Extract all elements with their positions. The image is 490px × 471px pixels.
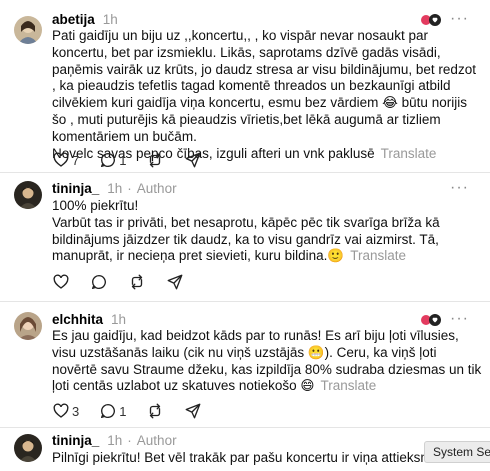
reply-count: 1 bbox=[119, 403, 127, 419]
heart-icon bbox=[53, 403, 69, 418]
send-icon bbox=[186, 152, 201, 168]
comment-icon bbox=[91, 274, 106, 290]
post-meta: abetija 1h bbox=[52, 12, 118, 28]
username[interactable]: tininja_ bbox=[52, 181, 99, 196]
username[interactable]: elchhita bbox=[52, 312, 103, 327]
post-text: Pati gaidīju un biju uz ,,koncertu,, , k… bbox=[52, 28, 482, 162]
avatar[interactable] bbox=[14, 312, 42, 340]
like-button[interactable]: 7 bbox=[52, 151, 79, 169]
avatar[interactable] bbox=[14, 181, 42, 209]
send-icon bbox=[167, 274, 183, 290]
timestamp[interactable]: 1h bbox=[103, 12, 118, 27]
post-text-main: Es jau gaidīju, kad beidzot kāds par to … bbox=[52, 328, 482, 394]
share-button[interactable] bbox=[184, 402, 202, 420]
heart-icon bbox=[53, 274, 69, 289]
avatar[interactable] bbox=[14, 16, 42, 44]
timestamp[interactable]: 1h bbox=[107, 433, 122, 448]
post-actions bbox=[52, 272, 204, 292]
post-actions: 3 1 bbox=[52, 401, 222, 421]
divider bbox=[0, 427, 490, 428]
like-button[interactable]: 3 bbox=[52, 402, 79, 420]
separator-dot: · bbox=[127, 433, 132, 448]
hearts-badge-icon bbox=[421, 314, 441, 326]
system-settings-tooltip: System Set bbox=[424, 441, 490, 463]
avatar-image bbox=[14, 181, 42, 209]
more-options-icon[interactable]: ··· bbox=[450, 311, 469, 327]
post-text: Pilnīgi piekrītu! Bet vēl trakāk par paš… bbox=[52, 450, 432, 467]
like-count: 3 bbox=[72, 403, 80, 419]
translate-link[interactable]: Translate bbox=[320, 378, 376, 393]
more-options-icon[interactable]: ··· bbox=[450, 180, 469, 196]
reply-count: 1 bbox=[119, 152, 127, 168]
translate-link[interactable]: Translate bbox=[381, 146, 437, 161]
repost-icon bbox=[131, 274, 143, 290]
post-meta: tininja_ 1h · Author bbox=[52, 181, 177, 197]
divider bbox=[0, 172, 490, 173]
reply-button[interactable]: 1 bbox=[99, 402, 126, 420]
reply-button[interactable] bbox=[90, 273, 108, 291]
heart-icon bbox=[53, 152, 69, 167]
timestamp[interactable]: 1h bbox=[107, 181, 122, 196]
repost-icon bbox=[150, 152, 161, 168]
share-button[interactable] bbox=[166, 273, 184, 291]
avatar-image bbox=[14, 312, 42, 340]
avatar[interactable] bbox=[14, 434, 42, 462]
separator-dot: · bbox=[127, 181, 132, 196]
author-label: Author bbox=[136, 181, 177, 196]
avatar-image bbox=[14, 434, 42, 462]
comment-icon bbox=[101, 152, 116, 168]
post-text-main: 100% piekrītu! bbox=[52, 198, 139, 213]
divider bbox=[0, 301, 490, 302]
reply-button[interactable]: 1 bbox=[99, 151, 126, 169]
post-meta: elchhita 1h bbox=[52, 312, 126, 328]
translate-link[interactable]: Translate bbox=[350, 248, 406, 263]
more-options-icon[interactable]: ··· bbox=[450, 11, 469, 27]
repost-button[interactable] bbox=[146, 151, 164, 169]
timestamp[interactable]: 1h bbox=[111, 312, 126, 327]
post-actions: 7 1 bbox=[52, 150, 222, 170]
like-count: 7 bbox=[72, 152, 80, 168]
post-meta: tininja_ 1h · Author bbox=[52, 433, 177, 449]
post-text: Es jau gaidīju, kad beidzot kāds par to … bbox=[52, 328, 482, 395]
hearts-badge-icon bbox=[421, 14, 441, 26]
send-icon bbox=[186, 403, 201, 419]
post-text: 100% piekrītu! Varbūt tas ir privāti, be… bbox=[52, 198, 482, 265]
author-label: Author bbox=[136, 433, 177, 448]
avatar-image bbox=[14, 16, 42, 44]
share-button[interactable] bbox=[184, 151, 202, 169]
comment-icon bbox=[101, 403, 116, 419]
post-text-main: Pati gaidīju un biju uz ,,koncertu,, , k… bbox=[52, 28, 476, 144]
username[interactable]: abetija bbox=[52, 12, 95, 27]
username[interactable]: tininja_ bbox=[52, 433, 99, 448]
like-button[interactable] bbox=[52, 273, 70, 291]
repost-icon bbox=[150, 403, 161, 419]
repost-button[interactable] bbox=[128, 273, 146, 291]
repost-button[interactable] bbox=[146, 402, 164, 420]
post-text-main: Pilnīgi piekrītu! Bet vēl trakāk par paš… bbox=[52, 450, 432, 465]
